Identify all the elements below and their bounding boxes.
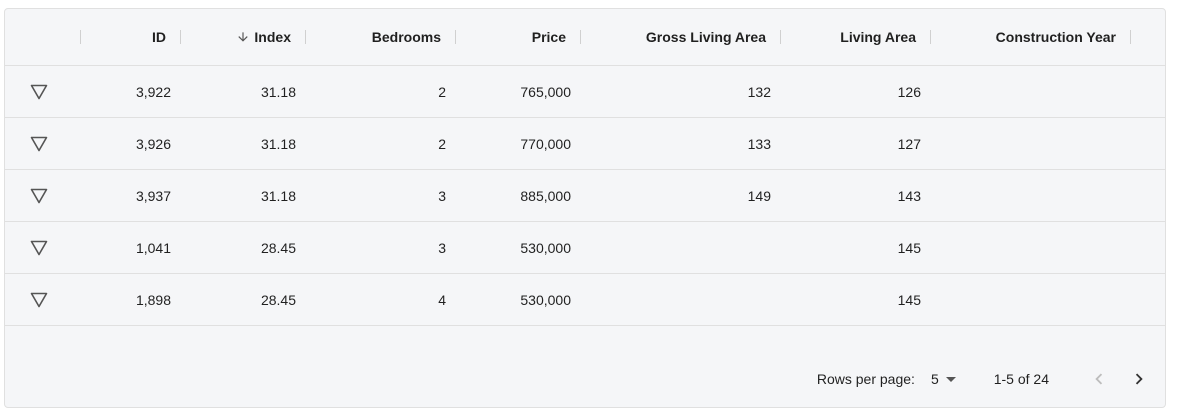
cell-living-area[interactable]: 145 <box>781 274 931 325</box>
header-living-area[interactable]: Living Area <box>781 9 931 65</box>
previous-page-button[interactable] <box>1079 359 1119 399</box>
data-grid: ID Index Bedrooms Price Gross Living Are… <box>4 8 1166 408</box>
triangle-down-outline-icon[interactable] <box>29 82 49 102</box>
column-separator[interactable] <box>1130 30 1131 44</box>
cell-id[interactable]: 1,041 <box>81 222 181 273</box>
header-price[interactable]: Price <box>456 9 581 65</box>
cell-living-area[interactable]: 145 <box>781 222 931 273</box>
cell-gross-living-area[interactable]: 133 <box>581 118 781 169</box>
header-label: Price <box>531 29 566 45</box>
header-label: Construction Year <box>995 29 1116 45</box>
cell-living-area[interactable]: 143 <box>781 170 931 221</box>
table-row[interactable]: 3,937 31.18 3 885,000 149 143 <box>5 170 1165 222</box>
header-label: Gross Living Area <box>645 29 766 45</box>
cell-index[interactable]: 31.18 <box>181 170 306 221</box>
cell-price[interactable]: 765,000 <box>456 66 581 117</box>
table-row[interactable]: 1,041 28.45 3 530,000 145 <box>5 222 1165 274</box>
triangle-down-outline-icon[interactable] <box>29 134 49 154</box>
cell-id[interactable]: 1,898 <box>81 274 181 325</box>
cell-construction-year[interactable] <box>931 118 1131 169</box>
cell-living-area[interactable]: 126 <box>781 66 931 117</box>
pagination-footer: Rows per page: 5 1-5 of 24 <box>5 351 1165 407</box>
next-page-button[interactable] <box>1119 359 1159 399</box>
cell-id[interactable]: 3,922 <box>81 66 181 117</box>
cell-gross-living-area[interactable] <box>581 274 781 325</box>
header-label: Living Area <box>840 29 916 45</box>
header-label: Index <box>254 29 291 45</box>
triangle-down-outline-icon[interactable] <box>29 238 49 258</box>
cell-construction-year[interactable] <box>931 66 1131 117</box>
header-bedrooms[interactable]: Bedrooms <box>306 9 456 65</box>
chevron-left-icon <box>1095 373 1103 385</box>
header-label: ID <box>152 29 166 45</box>
cell-index[interactable]: 28.45 <box>181 222 306 273</box>
cell-bedrooms[interactable]: 4 <box>306 274 456 325</box>
cell-construction-year[interactable] <box>931 274 1131 325</box>
pagination-range: 1-5 of 24 <box>993 371 1049 387</box>
cell-id[interactable]: 3,937 <box>81 170 181 221</box>
arrow-down-icon[interactable] <box>236 30 250 44</box>
cell-price[interactable]: 770,000 <box>456 118 581 169</box>
cell-bedrooms[interactable]: 3 <box>306 222 456 273</box>
cell-price[interactable]: 885,000 <box>456 170 581 221</box>
cell-bedrooms[interactable]: 3 <box>306 170 456 221</box>
cell-index[interactable]: 31.18 <box>181 118 306 169</box>
header-construction-year[interactable]: Construction Year <box>931 9 1131 65</box>
triangle-down-outline-icon[interactable] <box>29 186 49 206</box>
table-row[interactable]: 1,898 28.45 4 530,000 145 <box>5 274 1165 326</box>
cell-bedrooms[interactable]: 2 <box>306 66 456 117</box>
cell-construction-year[interactable] <box>931 222 1131 273</box>
cell-price[interactable]: 530,000 <box>456 274 581 325</box>
rows-per-page-value: 5 <box>930 371 939 387</box>
header-id[interactable]: ID <box>81 9 181 65</box>
cell-id[interactable]: 3,926 <box>81 118 181 169</box>
grid-header: ID Index Bedrooms Price Gross Living Are… <box>5 9 1165 66</box>
triangle-down-outline-icon[interactable] <box>29 290 49 310</box>
header-gross-living-area[interactable]: Gross Living Area <box>581 9 781 65</box>
header-expand-column <box>5 9 81 65</box>
cell-construction-year[interactable] <box>931 170 1131 221</box>
cell-living-area[interactable]: 127 <box>781 118 931 169</box>
rows-per-page-label: Rows per page: <box>816 371 915 387</box>
table-row[interactable]: 3,926 31.18 2 770,000 133 127 <box>5 118 1165 170</box>
cell-gross-living-area[interactable] <box>581 222 781 273</box>
cell-bedrooms[interactable]: 2 <box>306 118 456 169</box>
table-row[interactable]: 3,922 31.18 2 765,000 132 126 <box>5 66 1165 118</box>
rows-per-page-select[interactable]: 5 <box>931 371 956 387</box>
cell-index[interactable]: 31.18 <box>181 66 306 117</box>
caret-down-icon <box>945 376 956 382</box>
header-index[interactable]: Index <box>181 9 306 65</box>
cell-price[interactable]: 530,000 <box>456 222 581 273</box>
cell-gross-living-area[interactable]: 132 <box>581 66 781 117</box>
cell-gross-living-area[interactable]: 149 <box>581 170 781 221</box>
header-label: Bedrooms <box>371 29 441 45</box>
cell-index[interactable]: 28.45 <box>181 274 306 325</box>
chevron-right-icon <box>1135 373 1143 385</box>
